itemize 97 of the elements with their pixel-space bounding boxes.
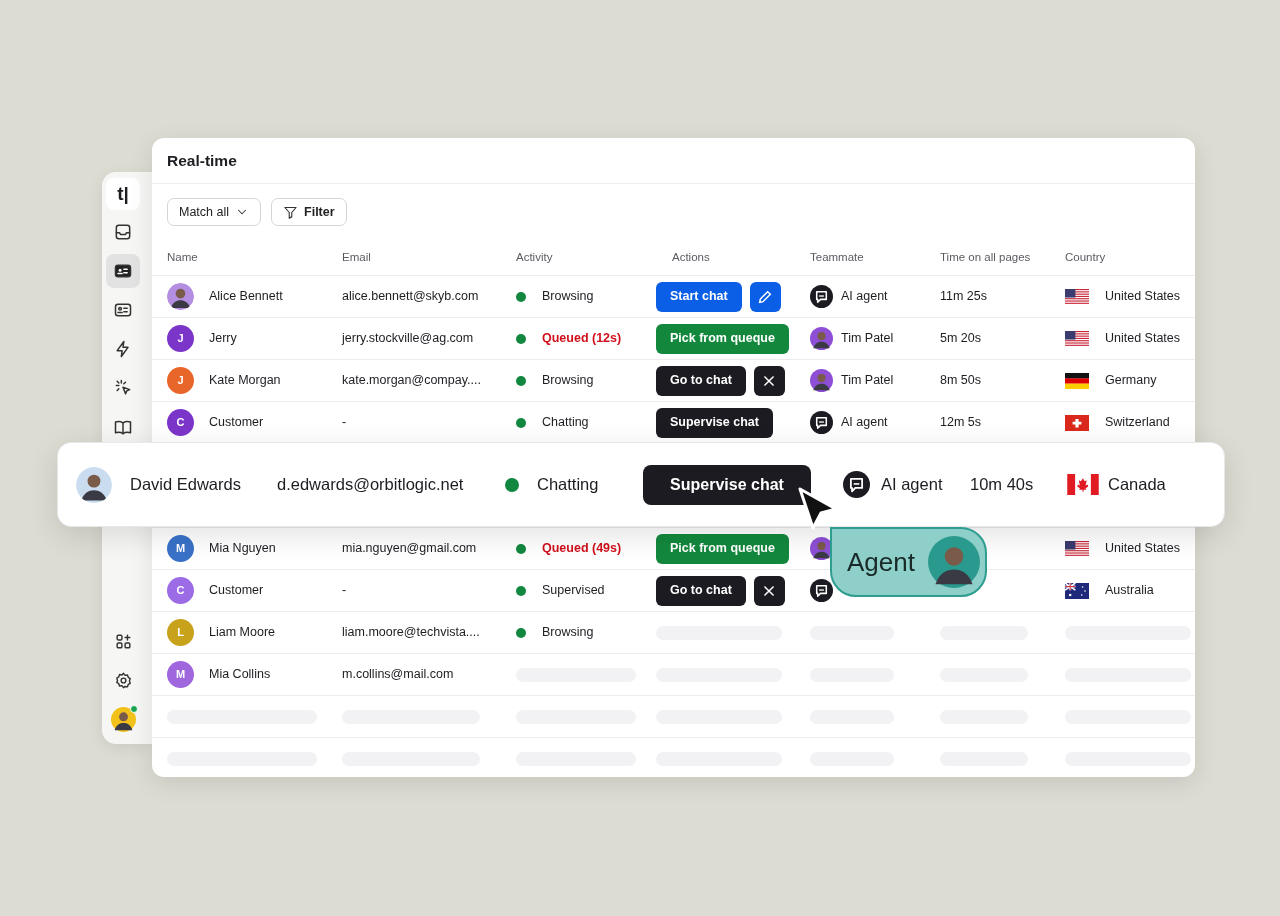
email-text: -: [342, 414, 348, 432]
time-text: 12m 5s: [940, 414, 982, 432]
activity-status: Browsing: [542, 288, 594, 306]
action-button[interactable]: Go to chat: [656, 575, 746, 606]
initial-avatar: M: [167, 535, 194, 562]
flag-icon: [1065, 582, 1089, 599]
column-header: Activity: [516, 249, 554, 265]
country-name: Germany: [1105, 372, 1157, 390]
country-name: Canada: [1108, 474, 1167, 496]
status-dot: [516, 417, 526, 428]
contact-name: Mia Collins: [209, 666, 271, 684]
contact-name: Liam Moore: [209, 624, 275, 642]
country-name: United States: [1105, 330, 1181, 348]
column-header: Email: [342, 249, 372, 265]
action-button[interactable]: Go to chat: [656, 365, 746, 396]
supervise-chat-button[interactable]: Supervise chat: [643, 464, 811, 505]
edit-icon: [757, 288, 774, 305]
flag-icon: [1065, 414, 1089, 431]
initial-avatar: J: [167, 325, 194, 352]
column-header: Name: [167, 249, 199, 265]
activity-status: Browsing: [542, 624, 594, 642]
contact-name: Mia Nguyen: [209, 540, 276, 558]
contact-name: Kate Morgan: [209, 372, 281, 390]
email-text: m.collins@mail.com: [342, 666, 455, 684]
status-dot: [516, 375, 526, 386]
filter-icon: [283, 204, 299, 220]
action-button[interactable]: Pick from queque: [656, 323, 789, 354]
teammate-name: AI agent: [881, 474, 944, 496]
user-avatar: [810, 327, 833, 350]
time-text: 11m 25s: [940, 288, 988, 306]
status-dot: [516, 291, 526, 302]
close-icon: [762, 373, 777, 388]
initial-avatar: C: [167, 577, 194, 604]
close-icon: [762, 583, 777, 598]
flag-icon: [1065, 372, 1089, 389]
activity-status: Chatting: [537, 474, 600, 496]
teammate-name: AI agent: [841, 288, 888, 306]
panel-title: Real-time: [152, 138, 1195, 184]
email-text: kate.morgan@compay....: [342, 372, 482, 390]
teammate-name: Tim Patel: [841, 330, 894, 348]
initial-avatar: J: [167, 367, 194, 394]
user-avatar: [810, 369, 833, 392]
contact-name: Customer: [209, 582, 264, 600]
action-button[interactable]: Supervise chat: [656, 407, 773, 438]
filter-button[interactable]: Filter: [271, 198, 347, 226]
country-name: United States: [1105, 540, 1181, 558]
ai-agent-icon: [810, 411, 833, 434]
ai-agent-icon: [810, 285, 833, 308]
flag-icon: [1065, 330, 1089, 347]
activity-status: Queued (12s): [542, 330, 622, 348]
teammate-name: AI agent: [841, 414, 888, 432]
initial-avatar: M: [167, 661, 194, 688]
status-dot: [516, 333, 526, 344]
badge-label: Agent: [847, 545, 915, 579]
email-text: jerry.stockville@ag.com: [342, 330, 475, 348]
logo: t|: [106, 178, 140, 210]
flag-icon: [1065, 540, 1089, 557]
status-dot: [516, 585, 526, 596]
country-name: Switzerland: [1105, 414, 1170, 432]
edit-button[interactable]: [749, 281, 781, 312]
column-header: Country: [1065, 249, 1107, 265]
time-text: 5m 20s: [940, 330, 982, 348]
column-header: Teammate: [810, 249, 865, 265]
email-text: d.edwards@orbitlogic.net: [277, 474, 465, 496]
contact-name: Customer: [209, 414, 264, 432]
match-dropdown[interactable]: Match all: [167, 198, 262, 226]
user-avatar: [928, 536, 980, 588]
close-button[interactable]: [753, 575, 785, 606]
initial-avatar: L: [167, 619, 194, 646]
email-text: -: [342, 582, 348, 600]
contact-card-icon[interactable]: [106, 254, 140, 288]
column-header: Actions: [671, 249, 711, 265]
country-name: United States: [1105, 288, 1181, 306]
email-text: mia.nguyen@gmail.com: [342, 540, 478, 558]
contact-name: Jerry: [209, 330, 237, 348]
contact-name: Alice Bennett: [209, 288, 283, 306]
time-text: 8m 50s: [940, 372, 982, 390]
activity-status: Chatting: [542, 414, 589, 432]
status-dot: [505, 477, 519, 492]
email-text: liam.moore@techvista....: [342, 624, 481, 642]
flag-icon: [1065, 288, 1089, 305]
status-dot: [516, 627, 526, 638]
activity-status: Supervised: [542, 582, 605, 600]
time-text: 10m 40s: [970, 474, 1035, 496]
status-dot: [516, 543, 526, 554]
country-name: Australia: [1105, 582, 1154, 600]
activity-status: Browsing: [542, 372, 594, 390]
activity-status: Queued (49s): [542, 540, 622, 558]
teammate-name: Tim Patel: [841, 372, 894, 390]
initial-avatar: C: [167, 409, 194, 436]
contact-name: David Edwards: [130, 474, 242, 496]
action-button[interactable]: Start chat: [656, 281, 742, 312]
close-button[interactable]: [753, 365, 785, 396]
email-text: alice.bennett@skyb.com: [342, 288, 480, 306]
column-header: Time on all pages: [940, 249, 1032, 265]
ai-agent-icon: [810, 579, 833, 602]
action-button[interactable]: Pick from queque: [656, 533, 789, 564]
